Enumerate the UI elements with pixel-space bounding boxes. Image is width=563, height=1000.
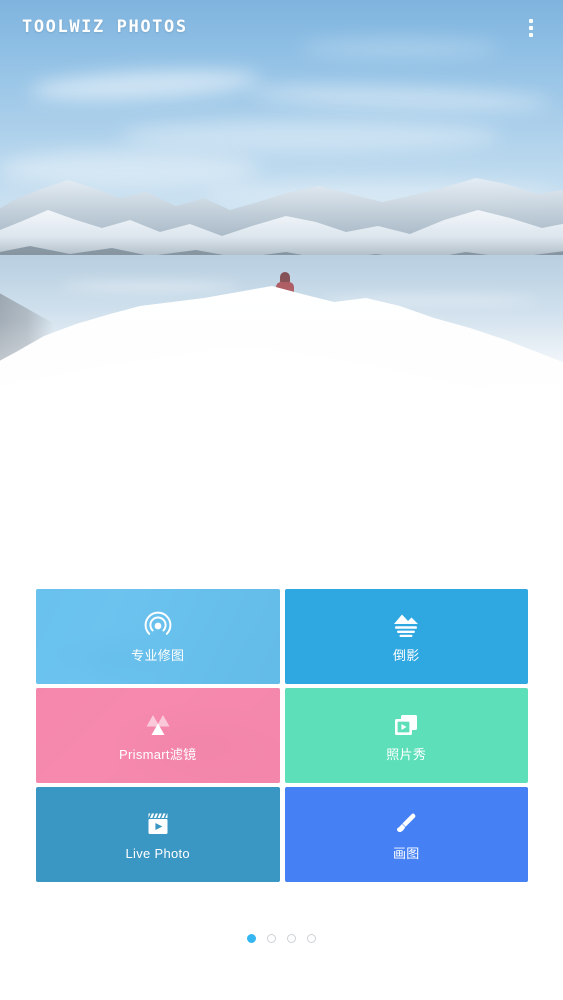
dot [529, 33, 533, 37]
pagination-dot-2[interactable] [267, 934, 276, 943]
pagination-dots [0, 934, 563, 943]
cloud-wisp [120, 120, 500, 152]
tile-live-photo[interactable]: Live Photo [36, 787, 280, 882]
feature-tile-grid: 专业修图 倒影 Prismart滤镜 照片秀 Live Photo 画图 [36, 589, 528, 882]
tile-draw[interactable]: 画图 [284, 787, 528, 882]
tile-label: 倒影 [392, 648, 420, 663]
more-vert-icon[interactable] [517, 13, 545, 43]
pagination-dot-3[interactable] [287, 934, 296, 943]
tile-label: 照片秀 [386, 747, 427, 762]
tile-label: Live Photo [125, 846, 190, 861]
mountain-reflection-icon [391, 609, 421, 643]
app-bar: TOOLWIZ PHOTOS [0, 0, 563, 54]
tile-label: Prismart滤镜 [119, 747, 197, 762]
tile-prismart-filter[interactable]: Prismart滤镜 [36, 688, 280, 783]
pagination-dot-4[interactable] [307, 934, 316, 943]
tile-pro-edit[interactable]: 专业修图 [36, 589, 280, 684]
paintbrush-icon [391, 807, 421, 841]
app-title: TOOLWIZ PHOTOS [22, 17, 188, 37]
clapperboard-icon [144, 807, 172, 841]
prism-triangles-icon [143, 708, 173, 742]
tile-label: 画图 [392, 846, 420, 861]
tile-photo-show[interactable]: 照片秀 [284, 688, 528, 783]
snow-foreground [0, 240, 563, 470]
lens-focus-icon [143, 609, 173, 643]
tile-reflection[interactable]: 倒影 [284, 589, 528, 684]
dot [529, 19, 533, 23]
tile-label: 专业修图 [131, 648, 185, 663]
pagination-dot-1[interactable] [247, 934, 256, 943]
dot [529, 26, 533, 30]
hero-photo [0, 0, 563, 470]
slideshow-play-icon [391, 708, 421, 742]
